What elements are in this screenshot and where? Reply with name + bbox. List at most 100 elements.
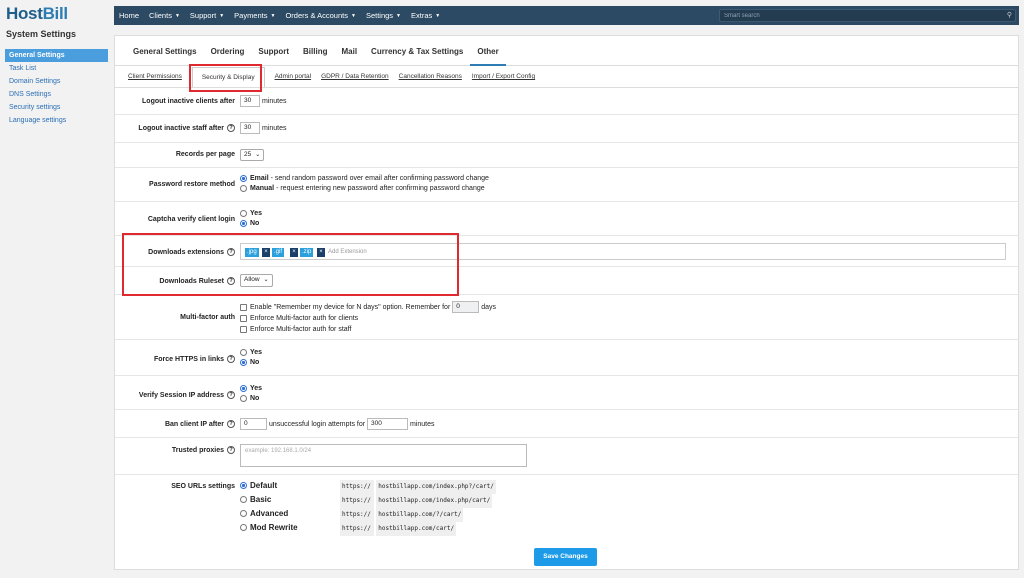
nav-payments[interactable]: Payments ▼ (229, 6, 280, 25)
seo-basic-proto: https:// (340, 494, 374, 508)
smart-search-input[interactable] (720, 10, 1000, 22)
sidebar-item-general-settings[interactable]: General Settings (5, 49, 108, 62)
records-select[interactable]: 25 ⌄ (240, 149, 265, 161)
seo-advanced-radio[interactable] (240, 510, 247, 518)
seo-default-label: Default (250, 481, 278, 490)
subtab-client-permissions[interactable]: Client Permissions (128, 73, 182, 80)
https-yes-label: Yes (250, 349, 263, 356)
logout-clients-input[interactable]: 30 (240, 95, 260, 107)
caret-down-icon: ▼ (219, 12, 225, 19)
subtab-admin-portal[interactable]: Admin portal (275, 73, 312, 80)
seo-option-advanced: Advanced https:// hostbillapp.com/?/cart/ (240, 508, 464, 522)
captcha-no-radio[interactable] (240, 219, 247, 227)
seo-basic-radio[interactable] (240, 496, 247, 504)
tab-general-settings[interactable]: General Settings (126, 36, 204, 66)
logout-staff-unit: minutes (261, 124, 287, 132)
save-changes-button[interactable]: Save Changes (534, 548, 597, 566)
help-icon[interactable]: ? (227, 446, 235, 454)
nav-extras[interactable]: Extras ▼ (406, 6, 445, 25)
ban-minutes-text: minutes (409, 420, 435, 428)
ban-attempts-input[interactable]: 0 (240, 418, 267, 430)
sidebar-item-dns-settings[interactable]: DNS Settings (5, 88, 108, 101)
password-restore-email-desc: - send random password over email after … (268, 175, 489, 182)
seo-option-mod-rewrite: Mod Rewrite https:// hostbillapp.com/cart… (240, 522, 457, 536)
seo-default-url: hostbillapp.com/index.php?/cart/ (376, 480, 496, 494)
seo-modrewrite-label: Mod Rewrite (250, 523, 298, 532)
mfa-staff-checkbox[interactable] (240, 325, 247, 333)
seo-modrewrite-radio[interactable] (240, 524, 247, 532)
nav-support[interactable]: Support ▼ (185, 6, 229, 25)
https-label-wrap: Force HTTPS in links? (115, 355, 235, 363)
subtab-import-export[interactable]: Import / Export Config (472, 73, 535, 80)
seo-option-default: Default https:// hostbillapp.com/index.ph… (240, 480, 496, 494)
ban-ip-label: Ban client IP after (164, 420, 224, 428)
sidebar-item-language-settings[interactable]: Language settings (5, 114, 108, 127)
row-ban-client-ip: Ban client IP after? 0 unsuccessful logi… (115, 410, 1018, 438)
logout-staff-input[interactable]: 30 (240, 122, 260, 134)
sidebar: General Settings Task List Domain Settin… (5, 49, 108, 127)
logout-clients-unit: minutes (261, 97, 287, 105)
hostbill-logo[interactable]: HostBill (6, 4, 68, 24)
nav-support-label: Support (189, 11, 217, 20)
tab-other[interactable]: Other (470, 36, 506, 66)
password-restore-label: Password restore method (149, 181, 235, 188)
tab-currency-tax[interactable]: Currency & Tax Settings (364, 36, 470, 66)
search-icon[interactable]: ⚲ (1007, 11, 1012, 19)
sidebar-item-domain-settings[interactable]: Domain Settings (5, 75, 108, 88)
tab-billing[interactable]: Billing (296, 36, 334, 66)
page-title: System Settings (6, 29, 77, 39)
seo-advanced-url: hostbillapp.com/?/cart/ (376, 508, 464, 522)
https-yes-radio[interactable] (240, 348, 247, 356)
session-ip-no-radio[interactable] (240, 394, 247, 402)
nav-orders-accounts[interactable]: Orders & Accounts ▼ (280, 6, 360, 25)
nav-settings[interactable]: Settings ▼ (361, 6, 406, 25)
proxies-label: Trusted proxies (171, 446, 224, 454)
smart-search: ⚲ (719, 9, 1016, 22)
help-icon[interactable]: ? (227, 355, 235, 363)
settings-panel: General Settings Ordering Support Billin… (114, 35, 1019, 570)
mfa-remember-days-input[interactable]: 0 (452, 301, 480, 313)
seo-advanced-proto: https:// (340, 508, 374, 522)
help-icon[interactable]: ? (227, 391, 235, 399)
help-icon[interactable]: ? (227, 124, 235, 132)
mfa-label: Multi-factor auth (180, 314, 235, 321)
row-seo-urls: SEO URLs settings Default https:// hostbi… (115, 475, 1018, 541)
caret-down-icon: ▼ (396, 12, 401, 19)
nav-payments-label: Payments (234, 11, 268, 20)
subtab-gdpr[interactable]: GDPR / Data Retention (321, 73, 389, 80)
tab-support[interactable]: Support (251, 36, 296, 66)
seo-default-radio[interactable] (240, 482, 247, 490)
ban-minutes-input[interactable]: 300 (367, 418, 409, 430)
mfa-clients-checkbox[interactable] (240, 314, 247, 322)
captcha-yes-label: Yes (250, 210, 263, 217)
settings-tabs: General Settings Ordering Support Billin… (115, 36, 1018, 66)
password-restore-email-radio[interactable] (240, 174, 247, 182)
password-restore-manual-radio[interactable] (240, 184, 247, 192)
captcha-yes-radio[interactable] (240, 209, 247, 217)
trusted-proxies-textarea[interactable]: example: 192.168.1.0/24 (240, 444, 527, 467)
row-records-per-page: Records per page 25 ⌄ (115, 143, 1018, 168)
logout-staff-label: Logout inactive staff after (138, 124, 224, 132)
help-icon[interactable]: ? (227, 420, 235, 428)
tab-mail[interactable]: Mail (334, 36, 364, 66)
sidebar-item-security-settings[interactable]: Security settings (5, 101, 108, 114)
sidebar-item-task-list[interactable]: Task List (5, 62, 108, 75)
row-logout-clients: Logout inactive clients after 30 minutes (115, 89, 1018, 115)
https-no-radio[interactable] (240, 358, 247, 366)
mfa-clients-text: Enforce Multi-factor auth for clients (250, 315, 359, 322)
caret-down-icon: ▼ (270, 12, 276, 19)
subtab-cancellation-reasons[interactable]: Cancellation Reasons (399, 73, 462, 80)
row-logout-staff: Logout inactive staff after? 30 minutes (115, 115, 1018, 143)
captcha-label: Captcha verify client login (147, 216, 235, 223)
mfa-days-unit: days (481, 303, 496, 311)
mfa-remember-text: Enable "Remember my device for N days" o… (250, 303, 451, 311)
session-ip-yes-radio[interactable] (240, 384, 247, 392)
seo-default-proto: https:// (340, 480, 374, 494)
session-ip-yes-label: Yes (250, 385, 263, 392)
row-session-ip: Verify Session IP address? Yes No (115, 376, 1018, 410)
nav-home[interactable]: Home (114, 6, 144, 25)
records-select-value: 25 (244, 151, 252, 158)
mfa-remember-checkbox[interactable] (240, 303, 247, 311)
nav-clients[interactable]: Clients ▼ (144, 6, 185, 25)
tab-ordering[interactable]: Ordering (204, 36, 252, 66)
